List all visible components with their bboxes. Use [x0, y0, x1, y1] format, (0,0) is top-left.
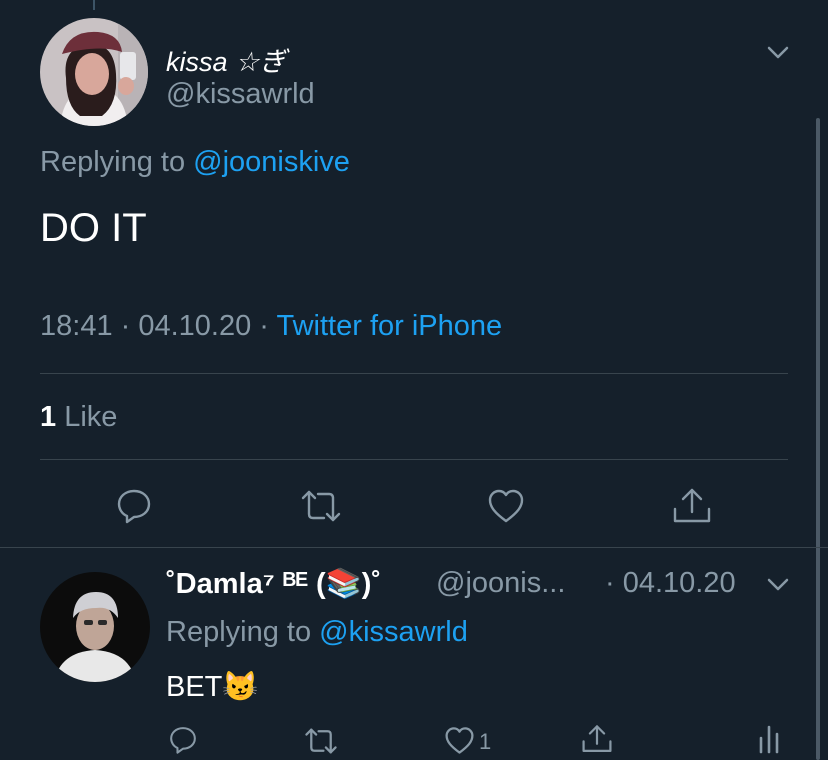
user-handle[interactable]: @joonis...: [436, 567, 565, 600]
tweet-date[interactable]: · 04.10.20: [605, 567, 736, 600]
thread-connector-line: [93, 0, 95, 10]
replying-to-line: Replying to @jooniskive: [40, 146, 350, 179]
likes-count[interactable]: 1 Like: [40, 401, 117, 434]
tweet-timestamp[interactable]: 18:41 · 04.10.20 ·: [40, 310, 276, 342]
analytics-icon[interactable]: [758, 724, 780, 754]
divider: [40, 373, 788, 374]
tweet-source-link[interactable]: Twitter for iPhone: [276, 310, 502, 342]
like-count-label: Like: [64, 401, 118, 433]
tweet-meta: 18:41 · 04.10.20 · Twitter for iPhone: [40, 310, 502, 343]
chevron-down-icon[interactable]: [767, 46, 789, 60]
tweet-text: BET😼: [166, 671, 259, 703]
heart-icon[interactable]: [487, 488, 525, 524]
tweet-separator: [0, 547, 828, 548]
divider: [40, 459, 788, 460]
share-icon[interactable]: [581, 724, 613, 754]
retweet-icon[interactable]: [300, 489, 342, 523]
scrollbar[interactable]: [816, 118, 820, 760]
share-icon[interactable]: [672, 487, 712, 525]
avatar[interactable]: [40, 572, 150, 682]
heart-icon[interactable]: [444, 726, 475, 755]
tweet-text: DO IT: [40, 206, 147, 250]
replying-to-line: Replying to @kissawrld: [166, 616, 468, 649]
like-count-number: 1: [40, 401, 57, 433]
replying-prefix: Replying to: [166, 616, 312, 648]
replying-to-handle-link[interactable]: @kissawrld: [319, 616, 468, 648]
reply-icon[interactable]: [168, 725, 198, 755]
replying-to-handle-link[interactable]: @jooniskive: [193, 146, 350, 178]
user-handle[interactable]: @kissawrld: [166, 78, 315, 111]
reply-icon[interactable]: [115, 487, 153, 525]
replying-prefix: Replying to: [40, 146, 186, 178]
display-name[interactable]: kissa ☆ぎ: [166, 40, 286, 79]
avatar[interactable]: [40, 18, 148, 126]
retweet-icon[interactable]: [304, 727, 338, 755]
display-name[interactable]: ˚Damla⁷ ᴮᴱ (📚)˚: [166, 567, 381, 601]
chevron-down-icon[interactable]: [767, 578, 789, 592]
like-count: 1: [479, 729, 492, 754]
